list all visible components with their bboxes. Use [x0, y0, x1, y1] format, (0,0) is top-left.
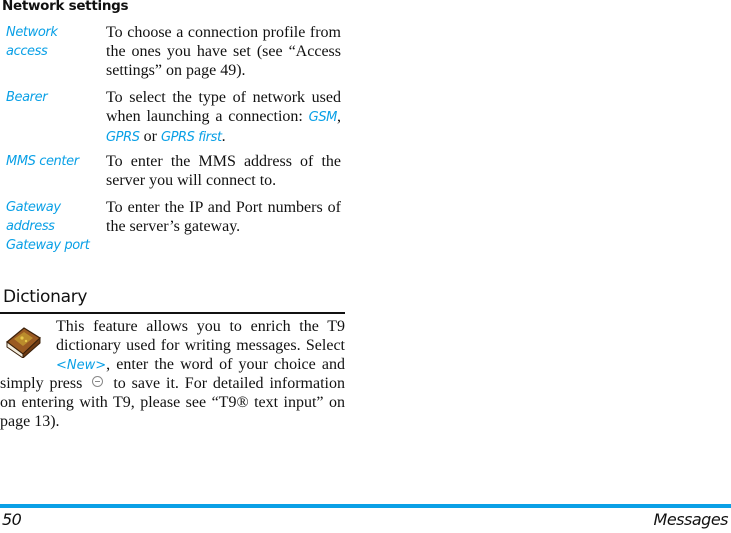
separator: ,	[337, 107, 341, 125]
option-gsm: GSM	[308, 109, 338, 125]
description-text: This feature allows you to enrich the T9…	[56, 318, 345, 354]
dictionary-description: This feature allows you to enrich the T9…	[0, 318, 345, 432]
period: .	[221, 127, 226, 145]
ok-key-icon	[92, 376, 104, 388]
separator: or	[139, 127, 161, 145]
setting-term: Gateway address Gateway port	[6, 200, 90, 253]
chapter-title: Messages	[653, 510, 729, 529]
setting-term: Bearer	[6, 90, 48, 105]
setting-description: To enter the MMS address of the server y…	[106, 153, 341, 189]
dictionary-title: Dictionary	[3, 287, 88, 307]
footer-divider	[0, 504, 731, 508]
option-gprs-first: GPRS first	[160, 129, 222, 145]
setting-term: Network access	[6, 25, 58, 59]
setting-term: MMS center	[6, 154, 79, 169]
new-option-label: <New>	[56, 357, 107, 373]
description-text: To select the type of network used when …	[106, 89, 341, 125]
setting-description: To select the type of network used when …	[106, 89, 341, 147]
section-title: Network settings	[2, 0, 129, 14]
option-gprs: GPRS	[106, 129, 140, 145]
page-number: 50	[2, 510, 22, 529]
setting-description: To enter the IP and Port numbers of the …	[106, 199, 341, 235]
setting-description: To choose a connection profile from the …	[106, 24, 341, 79]
title-divider	[0, 312, 345, 314]
